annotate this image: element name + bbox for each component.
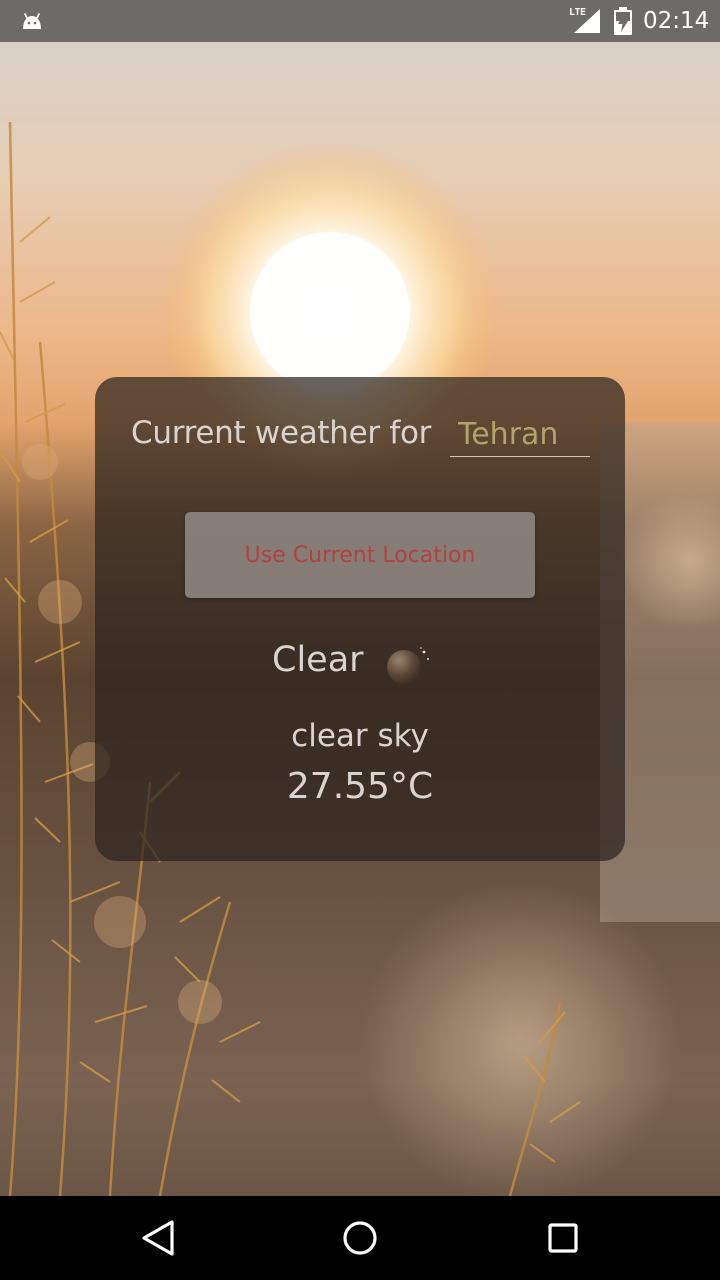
status-time: 02:14	[643, 8, 710, 34]
home-icon[interactable]	[336, 1214, 384, 1262]
current-weather-label: Current weather for	[131, 415, 432, 451]
weather-description-label: clear sky	[291, 718, 429, 754]
signal-icon	[574, 9, 600, 33]
weather-card: Current weather for Use Current Location…	[95, 377, 625, 861]
back-icon[interactable]	[134, 1214, 182, 1262]
clear-night-icon	[387, 647, 429, 684]
navigation-bar	[0, 1196, 720, 1280]
android-debug-icon	[23, 13, 41, 29]
weather-app-screen: LTE 02:14 Current weather for Tehran Use…	[0, 0, 720, 1280]
status-bar: LTE 02:14	[0, 0, 720, 42]
use-current-location-button[interactable]: Use Current Location	[185, 512, 535, 598]
city-input[interactable]	[450, 413, 590, 457]
recents-icon[interactable]	[539, 1214, 587, 1262]
battery-charging-icon	[614, 7, 632, 35]
weather-condition-label: Clear	[272, 640, 364, 680]
temperature-label: 27.55°C	[286, 766, 434, 807]
